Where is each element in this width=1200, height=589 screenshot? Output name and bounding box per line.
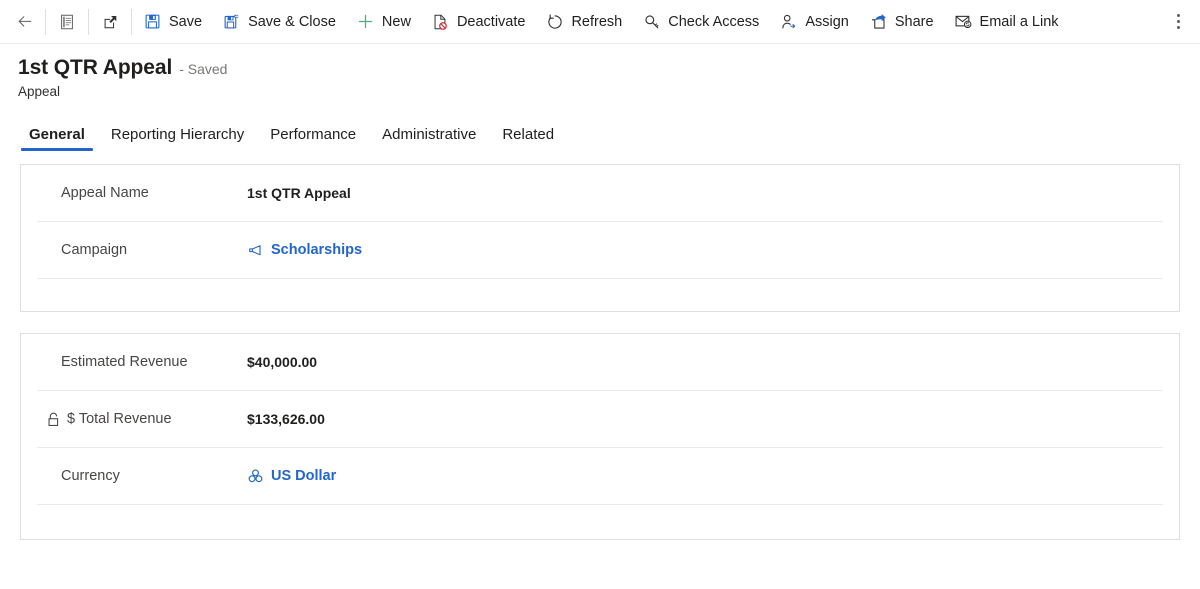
field-row-currency: Currency US Dollar [37,448,1163,505]
check-access-button[interactable]: Check Access [632,2,769,42]
tab-strip: General Reporting Hierarchy Performance … [0,115,1200,151]
tab-general[interactable]: General [16,127,98,151]
assign-button-label: Assign [805,13,849,30]
refresh-icon [545,12,564,31]
currency-globe-icon [247,468,264,485]
field-row-campaign: Campaign Scholarships [37,222,1163,279]
save-and-close-icon [222,12,241,31]
total-revenue-value: $133,626.00 [247,411,325,427]
appeal-summary-card: Appeal Name 1st QTR Appeal Campaign Scho… [20,164,1180,312]
new-button-label: New [381,13,411,30]
currency-label: Currency [61,468,120,484]
field-row-total-revenue: $ Total Revenue $133,626.00 [37,391,1163,448]
deactivate-icon [431,12,450,31]
campaign-lookup-link[interactable]: Scholarships [247,242,362,259]
tab-reporting-hierarchy-label: Reporting Hierarchy [110,126,245,143]
total-revenue-label-text: $ Total Revenue [67,411,172,427]
share-icon [869,12,888,31]
tab-administrative-label: Administrative [382,126,477,143]
key-icon [642,12,661,31]
deactivate-button-label: Deactivate [456,13,526,30]
tab-related-label: Related [502,126,555,143]
save-status-text: - Saved [179,61,228,77]
check-access-button-label: Check Access [668,13,760,30]
email-link-icon [954,12,973,31]
currency-lookup-link[interactable]: US Dollar [247,468,336,485]
entity-name-label: Appeal [18,84,61,99]
save-button-label: Save [169,13,203,30]
record-header: 1st QTR Appeal - Saved Appeal [0,44,1200,99]
estimated-revenue-label: Estimated Revenue [61,354,188,370]
tab-related[interactable]: Related [489,127,567,151]
field-row-appeal-name: Appeal Name 1st QTR Appeal [37,165,1163,222]
appeal-name-value[interactable]: 1st QTR Appeal [247,185,351,201]
tab-reporting-hierarchy[interactable]: Reporting Hierarchy [98,127,257,151]
save-and-close-button[interactable]: Save & Close [212,2,346,42]
tab-performance-label: Performance [270,126,357,143]
form-icon [58,12,77,31]
appeal-summary-card-tail [37,279,1163,311]
back-button[interactable] [4,2,44,42]
save-button[interactable]: Save [133,2,212,42]
appeal-name-label: Appeal Name [61,185,149,201]
revenue-card-inner: Estimated Revenue $40,000.00 $ Total Rev… [21,334,1179,539]
tab-performance[interactable]: Performance [257,127,369,151]
appeal-summary-card-inner: Appeal Name 1st QTR Appeal Campaign Scho… [21,165,1179,311]
campaign-label: Campaign [61,242,128,258]
new-button[interactable]: New [346,2,421,42]
share-button[interactable]: Share [859,2,944,42]
campaign-value: Scholarships [271,242,363,258]
form-area: Appeal Name 1st QTR Appeal Campaign Scho… [0,151,1200,540]
ellipsis-vertical-icon-dot-1 [1176,14,1180,17]
toolbar-divider-1 [45,8,46,35]
megaphone-icon [247,242,264,259]
deactivate-button[interactable]: Deactivate [421,2,536,42]
lock-icon [47,412,61,427]
revenue-card-tail [37,505,1163,539]
currency-value: US Dollar [271,468,337,484]
ellipsis-vertical-icon-dot-2 [1176,20,1180,23]
assign-person-icon [779,12,798,31]
form-selector-button[interactable] [47,2,87,42]
page-title: 1st QTR Appeal [18,56,173,79]
popout-icon [101,12,120,31]
toolbar-divider-2 [88,8,89,35]
plus-icon [356,12,375,31]
save-and-close-button-label: Save & Close [248,13,336,30]
refresh-button-label: Refresh [571,13,623,30]
total-revenue-label: $ Total Revenue [37,411,247,427]
email-a-link-button-label: Email a Link [979,13,1059,30]
popout-button[interactable] [90,2,130,42]
tab-general-label: General [29,126,85,143]
back-arrow-icon [15,12,34,31]
share-button-label: Share [894,13,934,30]
more-commands-button[interactable] [1162,2,1194,42]
tab-administrative[interactable]: Administrative [369,127,489,151]
save-icon [143,12,162,31]
record-title-line: 1st QTR Appeal - Saved [18,56,1200,80]
revenue-card: Estimated Revenue $40,000.00 $ Total Rev… [20,333,1180,540]
field-row-estimated-revenue: Estimated Revenue $40,000.00 [37,334,1163,391]
command-bar: Save Save & Close New Deactivate Refresh… [0,0,1200,44]
email-a-link-button[interactable]: Email a Link [944,2,1069,42]
estimated-revenue-value[interactable]: $40,000.00 [247,354,317,370]
ellipsis-vertical-icon-dot-3 [1176,26,1180,29]
assign-button[interactable]: Assign [769,2,859,42]
refresh-button[interactable]: Refresh [535,2,632,42]
toolbar-divider-3 [131,8,132,35]
